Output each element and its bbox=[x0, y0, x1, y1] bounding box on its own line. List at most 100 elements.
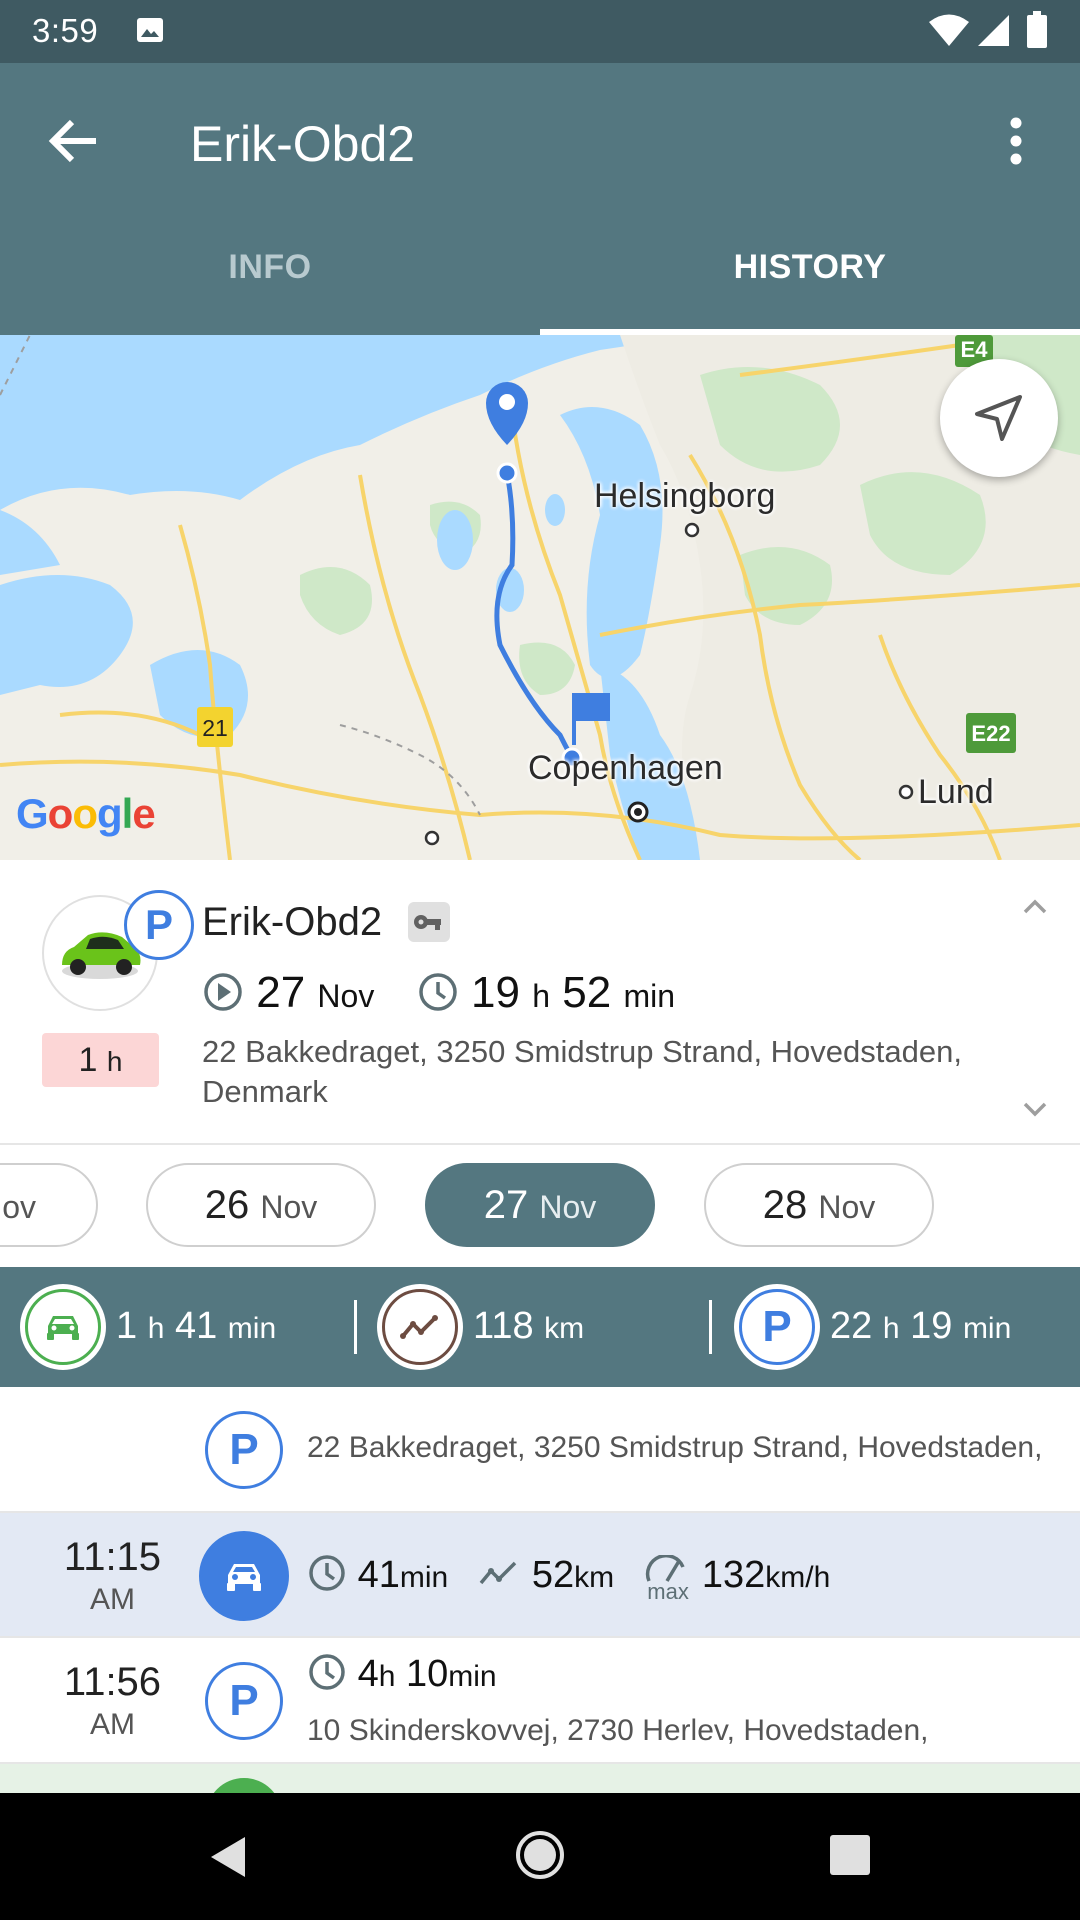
drive-distance: 52 bbox=[531, 1554, 575, 1596]
duration-badge-value: 1 bbox=[78, 1041, 98, 1079]
drive-time-value: 1 h 41 min bbox=[116, 1305, 277, 1347]
map-label-helsingborg: Helsingborg bbox=[594, 477, 776, 515]
clock-icon bbox=[419, 973, 457, 1011]
date-pill-28[interactable]: 28 Nov bbox=[704, 1163, 934, 1247]
drive-start-time: 11:15 bbox=[63, 1535, 162, 1579]
drive-metrics: 41min 52km max 132km/h bbox=[307, 1553, 831, 1604]
vehicle-name: Erik-Obd2 bbox=[202, 900, 383, 944]
start-month: Nov bbox=[317, 978, 375, 1014]
start-day: 27 bbox=[256, 968, 306, 1017]
navigation-arrow-icon bbox=[975, 395, 1022, 441]
date-pill-26[interactable]: 26 Nov bbox=[146, 1163, 376, 1247]
parking-duration-minutes: 10 bbox=[405, 1653, 449, 1695]
date-month: Nov bbox=[818, 1189, 876, 1225]
duration-badge: 1 h bbox=[42, 1033, 159, 1087]
wifi-icon bbox=[929, 14, 969, 46]
tab-history[interactable]: HISTORY bbox=[540, 248, 1080, 335]
nav-recents-icon[interactable] bbox=[829, 1834, 871, 1876]
duration-hours-unit: h bbox=[532, 978, 551, 1014]
battery-icon bbox=[1027, 11, 1047, 48]
duration-minutes-unit: min bbox=[623, 978, 675, 1014]
stats-divider bbox=[354, 1300, 357, 1354]
max-speed-gauge-icon: max bbox=[643, 1555, 691, 1604]
car-icon bbox=[227, 1564, 261, 1591]
drive-duration: 41 bbox=[357, 1554, 400, 1596]
nav-back-icon[interactable] bbox=[205, 1833, 251, 1881]
parking-duration-hours-unit: h bbox=[378, 1660, 396, 1693]
parking-address: 22 Bakkedraget, 3250 Smidstrup Strand, H… bbox=[202, 1034, 962, 1109]
chevron-down-icon[interactable] bbox=[1018, 1092, 1052, 1126]
timeline-parking-row[interactable]: 11:56 AM P 4h 10min 10 Skinderskovvej, 2… bbox=[0, 1638, 1080, 1764]
map-label-copenhagen: Copenhagen bbox=[528, 749, 723, 787]
date-day: 26 bbox=[204, 1183, 250, 1227]
duration-hours: 19 bbox=[471, 968, 520, 1017]
navigate-button[interactable] bbox=[940, 359, 1058, 477]
page-title: Erik-Obd2 bbox=[190, 116, 416, 172]
max-label: max bbox=[647, 1579, 689, 1604]
route-map[interactable]: Helsingborg Copenhagen Lund 21 E4 E22 Go… bbox=[0, 335, 1080, 860]
trend-line-icon bbox=[400, 1315, 438, 1339]
distance-trend-icon bbox=[479, 1561, 517, 1585]
distance-badge bbox=[377, 1284, 463, 1370]
more-options-icon[interactable] bbox=[990, 103, 1042, 179]
date-pill-27[interactable]: 27 Nov bbox=[425, 1163, 655, 1247]
date-month: Nov bbox=[260, 1189, 318, 1225]
max-speed-unit: km/h bbox=[765, 1561, 831, 1594]
max-speed: 132 bbox=[701, 1554, 766, 1596]
tab-info[interactable]: INFO bbox=[0, 248, 540, 335]
nav-home-icon[interactable] bbox=[514, 1829, 566, 1881]
clock-icon bbox=[309, 1555, 345, 1591]
road-shield-e22: E22 bbox=[971, 721, 1011, 746]
road-shield-21: 21 bbox=[202, 715, 228, 741]
system-navigation-bar bbox=[0, 1793, 1080, 1920]
drive-distance-unit: km bbox=[574, 1561, 615, 1594]
date-selector[interactable]: Nov 26 Nov 27 Nov 28 Nov bbox=[0, 1145, 1080, 1267]
trip-start-and-duration: 27 Nov 19 h 52 min bbox=[202, 968, 675, 1018]
status-bar: 3:59 bbox=[0, 0, 1080, 63]
timeline-parking-row[interactable]: P 22 Bakkedraget, 3250 Smidstrup Strand,… bbox=[0, 1387, 1080, 1513]
date-day: 28 bbox=[762, 1183, 808, 1227]
timeline-next-row[interactable] bbox=[0, 1764, 1080, 1793]
trip-timeline: P 22 Bakkedraget, 3250 Smidstrup Strand,… bbox=[0, 1387, 1080, 1793]
car-icon bbox=[47, 1316, 79, 1340]
stats-divider bbox=[709, 1300, 712, 1354]
status-time: 3:59 bbox=[32, 12, 99, 49]
duration-minutes: 52 bbox=[562, 968, 612, 1017]
date-pill-previous[interactable]: Nov bbox=[0, 1163, 98, 1247]
next-drive-marker bbox=[206, 1778, 282, 1793]
parking-address: 10 Skinderskovvej, 2730 Herlev, Hovedsta… bbox=[307, 1714, 929, 1747]
drive-marker bbox=[199, 1531, 289, 1621]
parking-duration-hours: 4 bbox=[357, 1653, 379, 1695]
date-month: Nov bbox=[539, 1189, 597, 1225]
play-circle-icon bbox=[204, 973, 242, 1011]
distance-value: 118 km bbox=[473, 1305, 585, 1347]
drive-time-badge bbox=[20, 1284, 106, 1370]
google-logo: Google bbox=[16, 790, 156, 837]
parking-start-time: 11:56 bbox=[63, 1660, 162, 1704]
parking-duration-minutes-unit: min bbox=[448, 1660, 497, 1693]
trip-summary-card[interactable]: P Erik-Obd2 27 Nov 19 h 52 min 1 h 22 Ba… bbox=[0, 860, 1080, 1145]
map-label-lund: Lund bbox=[918, 773, 994, 811]
cellular-signal-icon bbox=[978, 15, 1009, 46]
parking-marker: P bbox=[205, 1411, 283, 1489]
app-bar: Erik-Obd2 INFO HISTORY bbox=[0, 63, 1080, 335]
drive-start-ampm: AM bbox=[90, 1583, 135, 1616]
image-notification-icon bbox=[137, 18, 163, 42]
parking-time-badge: P bbox=[734, 1284, 820, 1370]
key-icon bbox=[408, 902, 450, 942]
day-stats-bar: 1 h 41 min 118 km P 22 h 19 min bbox=[0, 1267, 1080, 1387]
clock-icon bbox=[309, 1654, 345, 1690]
parking-address: 22 Bakkedraget, 3250 Smidstrup Strand, H… bbox=[307, 1431, 1043, 1464]
back-arrow-icon[interactable] bbox=[36, 103, 112, 179]
parking-marker: P bbox=[205, 1662, 283, 1740]
drive-duration-unit: min bbox=[399, 1561, 449, 1594]
parking-duration: 4h 10min bbox=[307, 1652, 497, 1696]
parking-start-ampm: AM bbox=[90, 1708, 135, 1741]
chevron-up-icon[interactable] bbox=[1018, 890, 1052, 924]
duration-badge-unit: h bbox=[106, 1046, 123, 1077]
timeline-drive-row[interactable]: 11:15 AM 41min 52km max 132km/h bbox=[0, 1513, 1080, 1638]
date-month: Nov bbox=[0, 1189, 36, 1225]
parking-time-value: 22 h 19 min bbox=[830, 1305, 1012, 1347]
date-day: 27 bbox=[483, 1183, 529, 1227]
parking-badge: P bbox=[124, 890, 194, 960]
